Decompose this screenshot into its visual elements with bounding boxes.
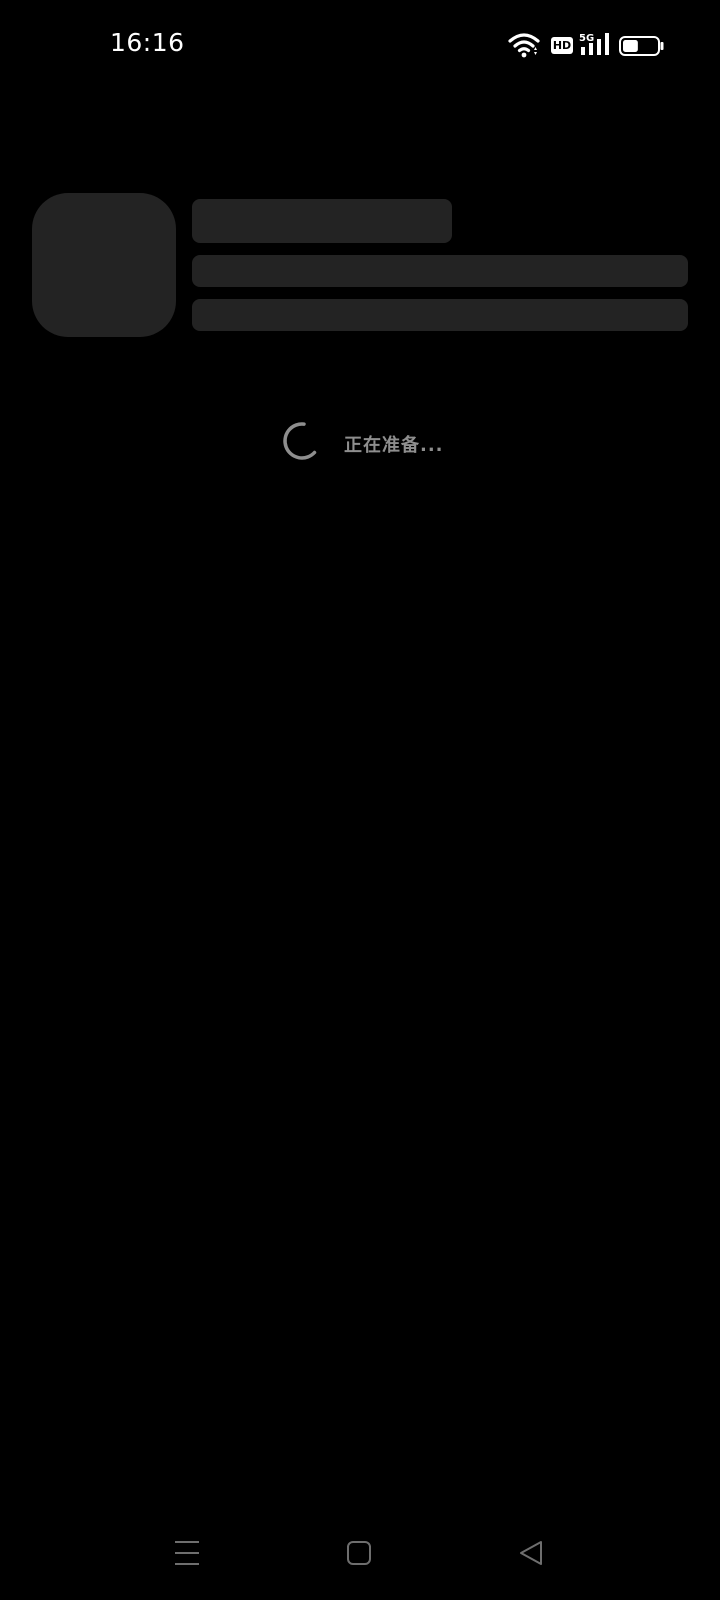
- back-icon: [517, 1539, 545, 1571]
- network-type-label: 5G: [579, 33, 594, 44]
- skeleton-line-placeholder: [192, 255, 688, 287]
- skeleton-title-placeholder: [192, 199, 452, 243]
- battery-icon: [619, 36, 665, 60]
- cellular-signal-icon: 5G: [579, 31, 613, 61]
- navigation-bar: [0, 1520, 720, 1590]
- hd-badge-icon: HD: [551, 37, 573, 54]
- menu-icon: [173, 1539, 201, 1571]
- wifi-icon: [508, 32, 540, 62]
- recents-button[interactable]: [157, 1520, 217, 1590]
- status-bar: 16:16 HD 5G: [0, 0, 720, 92]
- skeleton-line-placeholder: [192, 299, 688, 331]
- home-icon: [345, 1539, 373, 1571]
- home-button[interactable]: [329, 1520, 389, 1590]
- status-time: 16:16: [110, 28, 185, 57]
- loading-text: 正在准备...: [344, 435, 444, 456]
- loading-indicator: 正在准备...: [282, 421, 482, 461]
- back-button[interactable]: [501, 1520, 561, 1590]
- spinner-icon: [282, 421, 322, 465]
- skeleton-avatar-placeholder: [32, 193, 176, 337]
